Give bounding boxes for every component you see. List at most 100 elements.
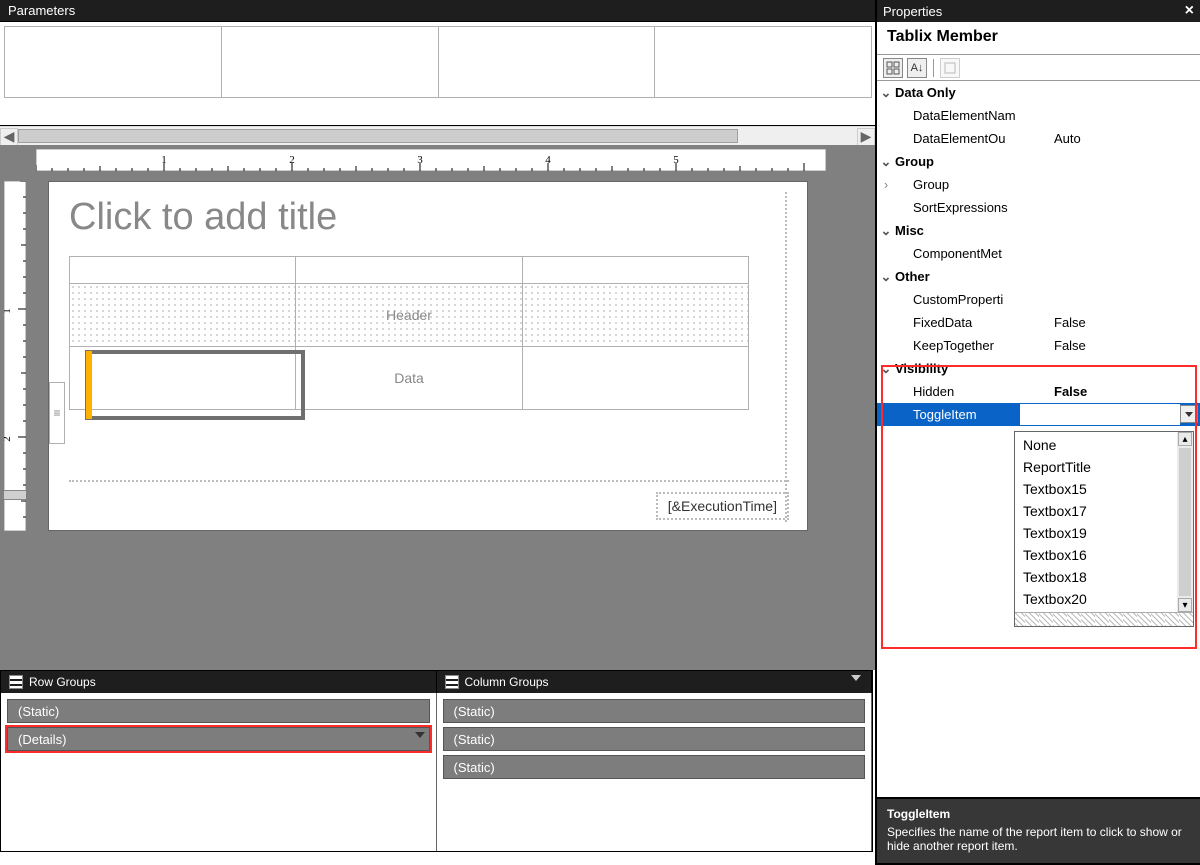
tablix-selected-cell[interactable] xyxy=(85,350,305,420)
prop-dataelementname[interactable]: DataElementNam xyxy=(877,104,1200,127)
margin-guide xyxy=(785,192,787,522)
scroll-thumb[interactable] xyxy=(18,129,738,143)
dropdown-scrollbar[interactable]: ▴ ▾ xyxy=(1177,432,1193,612)
chevron-down-icon[interactable] xyxy=(851,675,861,681)
properties-panel: Properties × Tablix Member A↓ ⌄ Data Onl… xyxy=(875,0,1200,865)
column-group-item[interactable]: (Static) xyxy=(443,755,866,779)
toggleitem-dropdown[interactable]: None ReportTitle Textbox15 Textbox17 Tex… xyxy=(1014,431,1194,627)
design-surface: 1 2 3 4 5 1 2 xyxy=(0,145,875,670)
row-group-label: (Static) xyxy=(18,704,59,719)
column-group-item[interactable]: (Static) xyxy=(443,699,866,723)
prop-toggleitem[interactable]: ToggleItem xyxy=(877,403,1200,426)
prop-sortexpressions[interactable]: SortExpressions xyxy=(877,196,1200,219)
properties-toolbar: A↓ xyxy=(877,55,1200,81)
parameters-body xyxy=(0,26,875,126)
chevron-right-icon[interactable]: › xyxy=(877,173,895,196)
chevron-down-icon[interactable]: ⌄ xyxy=(877,219,895,242)
scroll-up-icon[interactable]: ▴ xyxy=(1178,432,1192,446)
row-groups-title: Row Groups xyxy=(29,675,96,689)
row-groups-header: Row Groups xyxy=(1,671,437,693)
scroll-left-icon[interactable]: ◀ xyxy=(0,128,18,146)
tablix-header-cell[interactable] xyxy=(523,284,748,346)
dropdown-option[interactable]: ReportTitle xyxy=(1015,456,1177,478)
dropdown-list: None ReportTitle Textbox15 Textbox17 Tex… xyxy=(1015,432,1177,612)
column-groups-title: Column Groups xyxy=(465,675,549,689)
row-group-label: (Details) xyxy=(18,732,66,747)
prop-fixeddata[interactable]: FixedData False xyxy=(877,311,1200,334)
properties-description: ToggleItem Specifies the name of the rep… xyxy=(877,797,1200,863)
ruler-vertical: 1 2 xyxy=(4,181,26,531)
tablix-data-cell[interactable]: Data xyxy=(296,347,522,409)
dropdown-option[interactable]: None xyxy=(1015,434,1177,456)
chevron-down-icon[interactable]: ⌄ xyxy=(877,150,895,173)
column-groups-header: Column Groups xyxy=(437,671,873,693)
chevron-down-icon[interactable] xyxy=(415,732,425,738)
groups-body: (Static) (Details) (Static) (Static) (St… xyxy=(1,693,872,851)
dropdown-option[interactable]: Textbox15 xyxy=(1015,478,1177,500)
category-other[interactable]: ⌄ Other xyxy=(877,265,1200,288)
report-title-placeholder[interactable]: Click to add title xyxy=(69,196,337,239)
ruler-splitter[interactable] xyxy=(4,490,26,500)
close-icon[interactable]: × xyxy=(1185,2,1194,20)
tablix-header-cell[interactable] xyxy=(523,257,748,283)
dropdown-option[interactable]: Textbox17 xyxy=(1015,500,1177,522)
property-pages-button[interactable] xyxy=(940,58,960,78)
tablix-data-cell[interactable] xyxy=(523,347,748,409)
tablix-header-cell[interactable] xyxy=(70,284,296,346)
parameters-table xyxy=(4,26,871,98)
parameters-cell[interactable] xyxy=(221,26,439,98)
prop-dataelementoutput[interactable]: DataElementOu Auto xyxy=(877,127,1200,150)
parameters-header: Parameters xyxy=(0,0,875,22)
prop-componentmetadata[interactable]: ComponentMet xyxy=(877,242,1200,265)
grid-icon xyxy=(445,675,459,689)
scroll-track[interactable] xyxy=(18,129,857,145)
alphabetical-button[interactable]: A↓ xyxy=(907,58,927,78)
separator xyxy=(933,59,934,77)
prop-group[interactable]: › Group xyxy=(877,173,1200,196)
tablix-row-handle[interactable]: ≡ xyxy=(49,382,65,444)
property-name-label: ToggleItem xyxy=(887,807,1190,821)
category-data-only[interactable]: ⌄ Data Only xyxy=(877,81,1200,104)
resize-grip[interactable] xyxy=(1015,612,1193,626)
prop-keeptogether[interactable]: KeepTogether False xyxy=(877,334,1200,357)
parameters-hscrollbar[interactable]: ◀ ▶ xyxy=(0,126,875,146)
row-group-item[interactable]: (Static) xyxy=(7,699,430,723)
column-group-label: (Static) xyxy=(454,760,495,775)
properties-title: Properties xyxy=(883,4,942,19)
categorized-button[interactable] xyxy=(883,58,903,78)
row-group-item-selected[interactable]: (Details) xyxy=(7,727,430,751)
dropdown-option[interactable]: Textbox20 xyxy=(1015,588,1177,610)
tablix-header-cell[interactable] xyxy=(296,257,522,283)
execution-time-textbox[interactable]: [&ExecutionTime] xyxy=(656,492,789,520)
column-group-item[interactable]: (Static) xyxy=(443,727,866,751)
ruler-horizontal: 1 2 3 4 5 xyxy=(36,149,826,171)
parameters-cell[interactable] xyxy=(438,26,656,98)
chevron-down-icon[interactable]: ⌄ xyxy=(877,81,895,104)
parameters-cell[interactable] xyxy=(654,26,872,98)
parameters-cell[interactable] xyxy=(4,26,222,98)
properties-list: ⌄ Data Only DataElementNam DataElementOu… xyxy=(877,81,1200,773)
report-canvas[interactable]: Click to add title Header Data xyxy=(48,181,808,531)
dropdown-option[interactable]: Textbox19 xyxy=(1015,522,1177,544)
scroll-thumb[interactable] xyxy=(1179,448,1191,596)
category-visibility[interactable]: ⌄ Visibility xyxy=(877,357,1200,380)
main-area: Parameters ◀ ▶ 1 2 3 4 5 xyxy=(0,0,875,865)
footer-guide xyxy=(69,480,789,482)
property-desc-text: Specifies the name of the report item to… xyxy=(887,825,1190,853)
prop-hidden[interactable]: Hidden False xyxy=(877,380,1200,403)
scroll-down-icon[interactable]: ▾ xyxy=(1178,598,1192,612)
prop-customproperties[interactable]: CustomProperti xyxy=(877,288,1200,311)
grid-icon xyxy=(9,675,23,689)
tablix-header-cell[interactable]: Header xyxy=(296,284,522,346)
dropdown-option[interactable]: Textbox16 xyxy=(1015,544,1177,566)
tablix-header-cell[interactable] xyxy=(70,257,296,283)
scroll-right-icon[interactable]: ▶ xyxy=(857,128,875,146)
dropdown-option[interactable]: Textbox18 xyxy=(1015,566,1177,588)
chevron-down-icon[interactable]: ⌄ xyxy=(877,357,895,380)
dropdown-toggle[interactable] xyxy=(1180,405,1198,423)
category-group[interactable]: ⌄ Group xyxy=(877,150,1200,173)
category-misc[interactable]: ⌄ Misc xyxy=(877,219,1200,242)
chevron-down-icon[interactable]: ⌄ xyxy=(877,265,895,288)
svg-text:1: 1 xyxy=(4,308,13,314)
properties-object-name: Tablix Member xyxy=(877,22,1200,55)
